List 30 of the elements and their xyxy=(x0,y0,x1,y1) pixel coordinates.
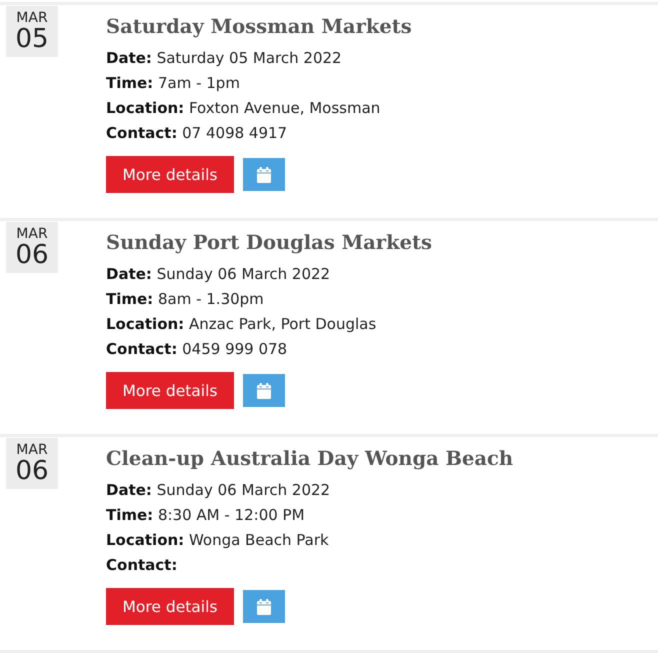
event-detail: Date: Sunday 06 March 2022 xyxy=(106,480,332,501)
event-detail: Time: 8:30 AM - 12:00 PM xyxy=(106,505,306,526)
calendar-icon xyxy=(257,382,271,398)
event-detail: Location: Foxton Avenue, Mossman xyxy=(106,98,382,119)
event-detail: Contact: 07 4098 4917 xyxy=(106,123,288,144)
add-to-calendar-button[interactable] xyxy=(243,374,285,407)
event-month: MAR xyxy=(16,227,48,241)
event-day: 06 xyxy=(15,458,49,484)
add-to-calendar-button[interactable] xyxy=(243,158,285,191)
event-detail: Contact: xyxy=(106,555,178,576)
event-title: Clean-up Australia Day Wonga Beach xyxy=(106,446,514,472)
event-detail: Date: Sunday 06 March 2022 xyxy=(106,264,332,285)
event-day: 05 xyxy=(15,26,49,52)
more-details-button[interactable]: More details xyxy=(106,372,234,409)
event-detail: Time: 8am - 1.30pm xyxy=(106,289,265,310)
add-to-calendar-button[interactable] xyxy=(243,590,285,623)
event-detail: Contact: 0459 999 078 xyxy=(106,339,288,360)
event-detail: Location: Wonga Beach Park xyxy=(106,530,330,551)
event-title: Sunday Port Douglas Markets xyxy=(106,230,432,256)
event-month: MAR xyxy=(16,11,48,25)
event-day: 06 xyxy=(15,242,49,268)
event-title: Saturday Mossman Markets xyxy=(106,14,412,40)
more-details-button[interactable]: More details xyxy=(106,588,234,625)
event-detail: Date: Saturday 05 March 2022 xyxy=(106,48,343,69)
event-detail: Time: 7am - 1pm xyxy=(106,73,241,94)
more-details-button[interactable]: More details xyxy=(106,156,234,193)
calendar-icon xyxy=(257,166,271,182)
event-month: MAR xyxy=(16,443,48,457)
calendar-icon xyxy=(257,598,271,614)
event-detail: Location: Anzac Park, Port Douglas xyxy=(106,314,378,335)
